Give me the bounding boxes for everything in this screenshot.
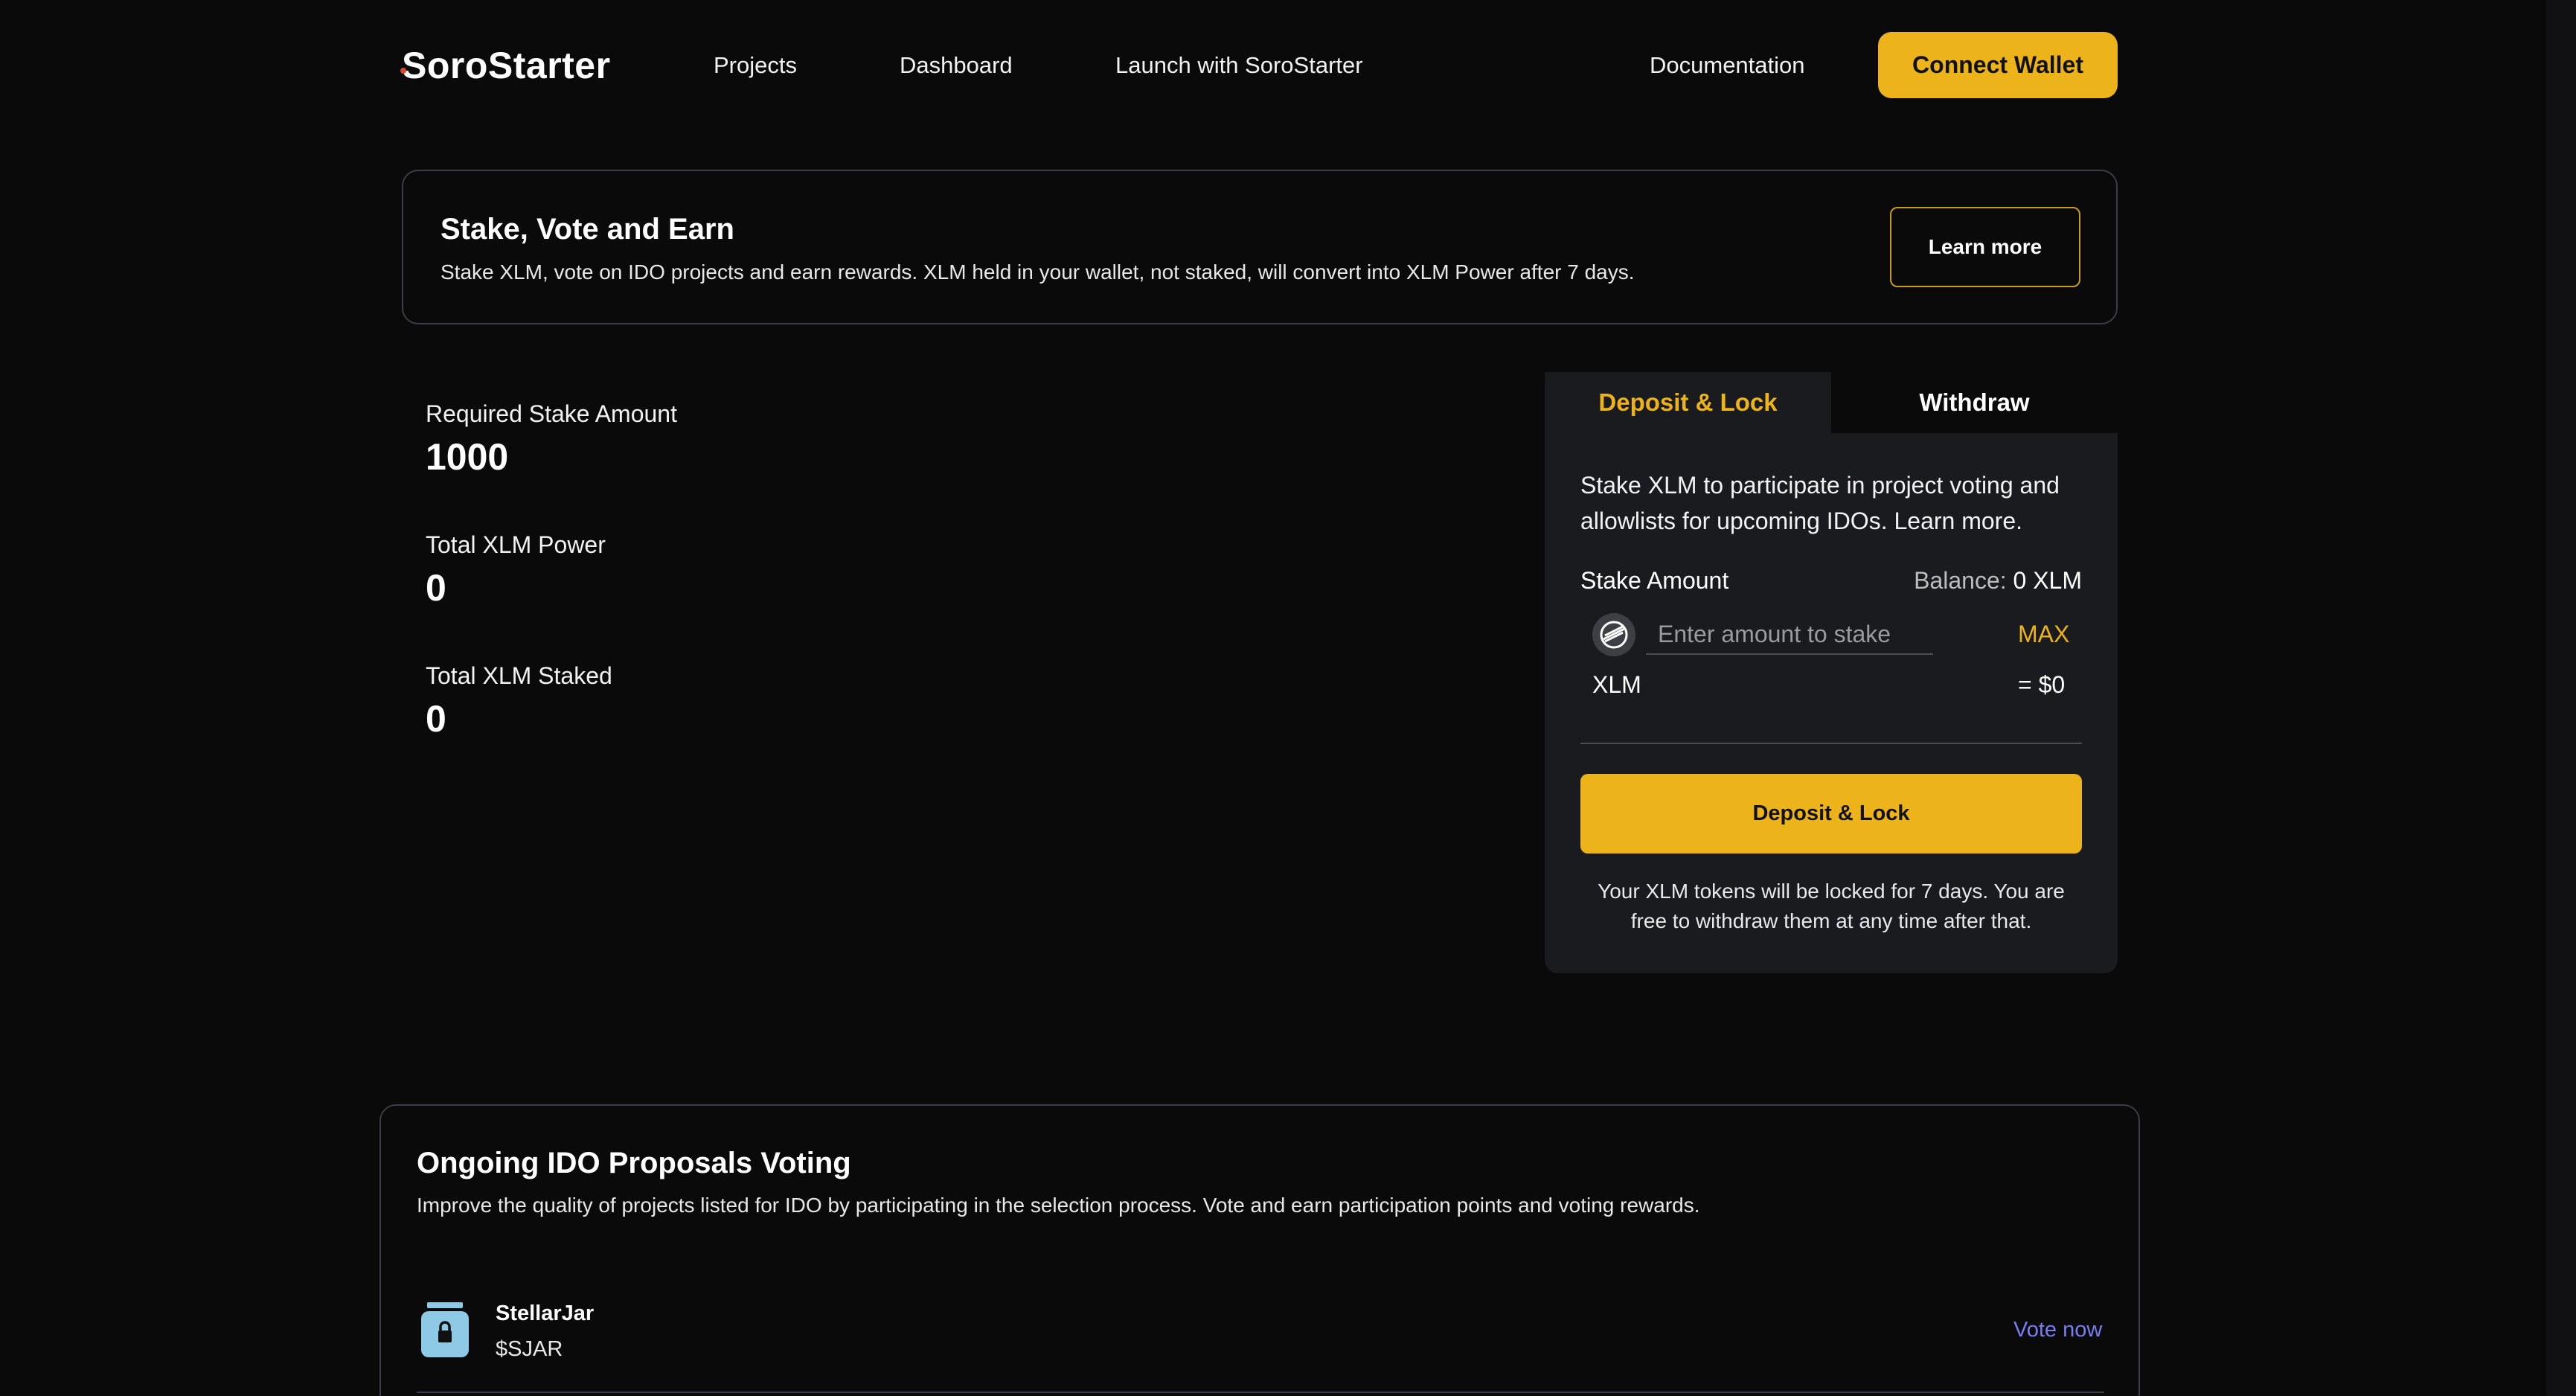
deposit-lock-button[interactable]: Deposit & Lock: [1580, 774, 2082, 854]
project-ticker: $SJAR: [496, 1337, 563, 1361]
nav-launch-link[interactable]: Launch with SoroStarter: [1115, 51, 1363, 80]
usd-value: = $0: [2018, 671, 2066, 698]
stake-unit-label: XLM: [1592, 671, 1641, 698]
banner-title: Stake, Vote and Earn: [440, 213, 734, 246]
required-stake-label: Required Stake Amount: [426, 400, 677, 427]
xlm-power-label: Total XLM Power: [426, 531, 606, 558]
banner-description: Stake XLM, vote on IDO projects and earn…: [440, 260, 1635, 284]
stake-description: Stake XLM to participate in project voti…: [1580, 472, 2060, 534]
balance-readout: Balance: 0 XLM: [1914, 566, 2082, 595]
nav-projects-link[interactable]: Projects: [714, 51, 797, 80]
proposals-title: Ongoing IDO Proposals Voting: [417, 1147, 851, 1179]
logo-dot-icon: [400, 68, 406, 74]
required-stake-value: 1000: [426, 436, 509, 478]
jar-lock-icon: [420, 1302, 470, 1359]
stake-panel: Deposit & Lock Withdraw Stake XLM to par…: [1545, 372, 2118, 973]
connect-wallet-button[interactable]: Connect Wallet: [1878, 32, 2118, 98]
tab-withdraw[interactable]: Withdraw: [1831, 372, 2118, 433]
stake-banner: Stake, Vote and Earn Stake XLM, vote on …: [402, 170, 2118, 324]
proposals-section: Ongoing IDO Proposals Voting Improve the…: [379, 1104, 2140, 1396]
nav-documentation-link[interactable]: Documentation: [1650, 51, 1805, 80]
logo[interactable]: SoroStarter: [400, 43, 611, 88]
max-button[interactable]: MAX: [2018, 619, 2069, 649]
nav-dashboard-link[interactable]: Dashboard: [900, 51, 1013, 80]
lock-note: Your XLM tokens will be locked for 7 day…: [1598, 880, 2065, 932]
tab-deposit-lock[interactable]: Deposit & Lock: [1545, 372, 1831, 433]
vote-now-link[interactable]: Vote now: [2013, 1316, 2102, 1344]
stake-amount-label: Stake Amount: [1580, 567, 1729, 594]
xlm-staked-value: 0: [426, 698, 446, 740]
project-name: StellarJar: [496, 1301, 595, 1325]
stellar-icon: [1592, 613, 1635, 656]
learn-more-button[interactable]: Learn more: [1890, 207, 2080, 287]
panel-divider: [1580, 743, 2082, 744]
proposals-description: Improve the quality of projects listed f…: [417, 1194, 1700, 1217]
page: SoroStarter Projects Dashboard Launch wi…: [0, 0, 2576, 1396]
xlm-staked-label: Total XLM Staked: [426, 662, 612, 689]
logo-text: SoroStarter: [402, 45, 611, 86]
scrollbar-track[interactable]: [2546, 0, 2576, 1396]
xlm-power-value: 0: [426, 567, 446, 609]
row-divider: [417, 1392, 2104, 1393]
stake-amount-input[interactable]: [1646, 615, 1933, 655]
balance-label: Balance:: [1914, 567, 2007, 594]
balance-value: 0 XLM: [2013, 567, 2082, 594]
